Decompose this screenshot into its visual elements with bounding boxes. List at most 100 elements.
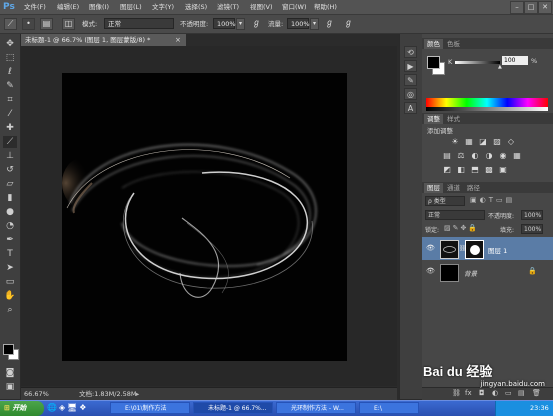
close-button[interactable]: ✕ bbox=[538, 1, 552, 14]
lasso-tool-icon[interactable]: ℓ bbox=[3, 66, 17, 78]
close-document-icon[interactable]: × bbox=[175, 34, 185, 46]
menu-help[interactable]: 帮助(H) bbox=[314, 2, 337, 12]
menu-layer[interactable]: 图层(L) bbox=[120, 2, 142, 12]
path-select-tool-icon[interactable]: ➤ bbox=[3, 262, 17, 274]
history-brush-tool-icon[interactable]: ↺ bbox=[3, 164, 17, 176]
k-slider-track[interactable] bbox=[455, 61, 500, 64]
task-folder-method[interactable]: E:\01\制作方法 bbox=[110, 402, 190, 414]
brush-panel-toggle-icon[interactable]: ▤ bbox=[40, 18, 53, 30]
maximize-button[interactable]: □ bbox=[524, 1, 538, 14]
marquee-tool-icon[interactable]: ⬚ bbox=[3, 52, 17, 64]
pressure-opacity-icon[interactable]: ℊ bbox=[250, 18, 263, 30]
hand-tool-icon[interactable]: ✋ bbox=[3, 290, 17, 302]
foreground-color-swatch[interactable] bbox=[3, 344, 14, 355]
hue-sat-adjust-icon[interactable]: ▤ bbox=[442, 151, 452, 161]
tab-swatches[interactable]: 色板 bbox=[444, 39, 463, 49]
blur-tool-icon[interactable]: ● bbox=[3, 206, 17, 218]
character-panel-icon[interactable]: A bbox=[404, 102, 417, 114]
pressure-size-icon[interactable]: ℊ bbox=[342, 18, 355, 30]
move-tool-icon[interactable]: ✥ bbox=[3, 38, 17, 50]
layer1-mask-thumbnail[interactable] bbox=[465, 240, 484, 259]
vibrance-adjust-icon[interactable]: ◇ bbox=[506, 137, 516, 147]
tab-styles[interactable]: 样式 bbox=[444, 114, 463, 124]
menu-select[interactable]: 选择(S) bbox=[185, 2, 207, 12]
task-drive-e[interactable]: E:\ bbox=[359, 402, 419, 414]
opacity-field[interactable]: 100% bbox=[213, 18, 236, 29]
shape-tool-icon[interactable]: ▭ bbox=[3, 276, 17, 288]
tab-paths[interactable]: 路径 bbox=[464, 183, 483, 193]
brush-panel-icon[interactable]: ✎ bbox=[404, 74, 417, 86]
tab-adjustments[interactable]: 调整 bbox=[424, 114, 443, 124]
tab-channels[interactable]: 通道 bbox=[444, 183, 463, 193]
start-button[interactable]: ⊞ 开始 bbox=[0, 401, 44, 416]
visibility-eye-icon[interactable]: 👁 bbox=[426, 244, 435, 252]
healing-tool-icon[interactable]: ✚ bbox=[3, 122, 17, 134]
clone-panel-icon[interactable]: ◫ bbox=[62, 18, 75, 30]
brightness-adjust-icon[interactable]: ☀ bbox=[450, 137, 460, 147]
clone-source-panel-icon[interactable]: ◎ bbox=[404, 88, 417, 100]
brush-size-icon[interactable]: • bbox=[22, 18, 35, 30]
k-value-field[interactable]: 100 bbox=[502, 56, 528, 65]
menu-filter[interactable]: 滤镜(T) bbox=[217, 2, 239, 12]
menu-view[interactable]: 视图(V) bbox=[250, 2, 273, 12]
task-photoshop[interactable]: 未标题-1 @ 66.7%... bbox=[193, 402, 273, 414]
tab-color[interactable]: 颜色 bbox=[424, 39, 443, 49]
blend-mode-select[interactable]: 正常 bbox=[425, 210, 485, 220]
menu-edit[interactable]: 编辑(E) bbox=[57, 2, 79, 12]
quick-select-tool-icon[interactable]: ✎ bbox=[3, 80, 17, 92]
menu-image[interactable]: 图像(I) bbox=[89, 2, 109, 12]
zoom-level[interactable]: 66.67% bbox=[24, 390, 49, 398]
history-panel-icon[interactable]: ⟲ bbox=[404, 46, 417, 58]
layer-filter-select[interactable]: ρ 类型 bbox=[425, 196, 465, 206]
screen-mode-icon[interactable]: ▣ bbox=[3, 381, 17, 393]
gradient-map-adjust-icon[interactable]: ▩ bbox=[484, 165, 494, 175]
black-white-adjust-icon[interactable]: ◐ bbox=[470, 151, 480, 161]
mode-select[interactable]: 正常 bbox=[104, 18, 174, 29]
visibility-eye-icon[interactable]: 👁 bbox=[426, 267, 435, 275]
layer-filter-icons[interactable]: ▣◐T▭▤ bbox=[470, 196, 515, 204]
fill-field[interactable]: 100% bbox=[521, 224, 543, 234]
zoom-tool-icon[interactable]: ⌕ bbox=[3, 304, 17, 316]
layer-row-layer1[interactable]: 👁 ⛓ 图层 1 bbox=[422, 237, 553, 260]
grayscale-ramp[interactable] bbox=[426, 107, 548, 111]
exposure-adjust-icon[interactable]: ▨ bbox=[492, 137, 502, 147]
actions-panel-icon[interactable]: ▶ bbox=[404, 60, 417, 72]
curves-adjust-icon[interactable]: ◪ bbox=[478, 137, 488, 147]
flow-dropdown-icon[interactable]: ▾ bbox=[310, 18, 319, 30]
background-layer-name[interactable]: 背景 bbox=[464, 268, 477, 278]
brush-preset-icon[interactable]: ⟋ bbox=[4, 18, 17, 30]
clock[interactable]: 23:36 bbox=[530, 403, 549, 413]
flow-field[interactable]: 100% bbox=[287, 18, 310, 29]
pen-tool-icon[interactable]: ✒ bbox=[3, 234, 17, 246]
layer1-name[interactable]: 图层 1 bbox=[488, 245, 507, 255]
airbrush-icon[interactable]: ℊ bbox=[323, 18, 336, 30]
invert-adjust-icon[interactable]: ◩ bbox=[442, 165, 452, 175]
dodge-tool-icon[interactable]: ◔ bbox=[3, 220, 17, 232]
eyedropper-tool-icon[interactable]: ⁄ bbox=[3, 108, 17, 120]
menu-window[interactable]: 窗口(W) bbox=[282, 2, 307, 12]
threshold-adjust-icon[interactable]: ⬒ bbox=[470, 165, 480, 175]
canvas[interactable] bbox=[62, 73, 347, 361]
color-spectrum-bar[interactable] bbox=[426, 98, 548, 107]
stamp-tool-icon[interactable]: ⊥ bbox=[3, 150, 17, 162]
menu-type[interactable]: 文字(Y) bbox=[152, 2, 174, 12]
document-tab[interactable]: 未标题-1 @ 66.7% (图层 1, 图层蒙版/8) * bbox=[21, 34, 186, 46]
channel-mixer-adjust-icon[interactable]: ◉ bbox=[498, 151, 508, 161]
color-balance-adjust-icon[interactable]: ⚖ bbox=[456, 151, 466, 161]
photo-filter-adjust-icon[interactable]: ◑ bbox=[484, 151, 494, 161]
eraser-tool-icon[interactable]: ▱ bbox=[3, 178, 17, 190]
type-tool-icon[interactable]: T bbox=[3, 248, 17, 260]
posterize-adjust-icon[interactable]: ◧ bbox=[456, 165, 466, 175]
gradient-tool-icon[interactable]: ▮ bbox=[3, 192, 17, 204]
crop-tool-icon[interactable]: ⌗ bbox=[3, 94, 17, 106]
quick-mask-icon[interactable]: ◙ bbox=[3, 367, 17, 379]
opacity-dropdown-icon[interactable]: ▾ bbox=[236, 18, 245, 30]
minimize-button[interactable]: – bbox=[510, 1, 524, 14]
quick-launch-icons[interactable]: 🌐◈🖥❖ bbox=[47, 403, 88, 412]
menu-file[interactable]: 文件(F) bbox=[24, 2, 46, 12]
tab-layers[interactable]: 图层 bbox=[424, 183, 443, 193]
task-word-doc[interactable]: 光环制作方法 - W... bbox=[276, 402, 356, 414]
lock-icons[interactable]: ▨✎✥🔒 bbox=[444, 224, 479, 232]
layer-opacity-field[interactable]: 100% bbox=[521, 210, 543, 220]
color-lookup-adjust-icon[interactable]: ▦ bbox=[512, 151, 522, 161]
